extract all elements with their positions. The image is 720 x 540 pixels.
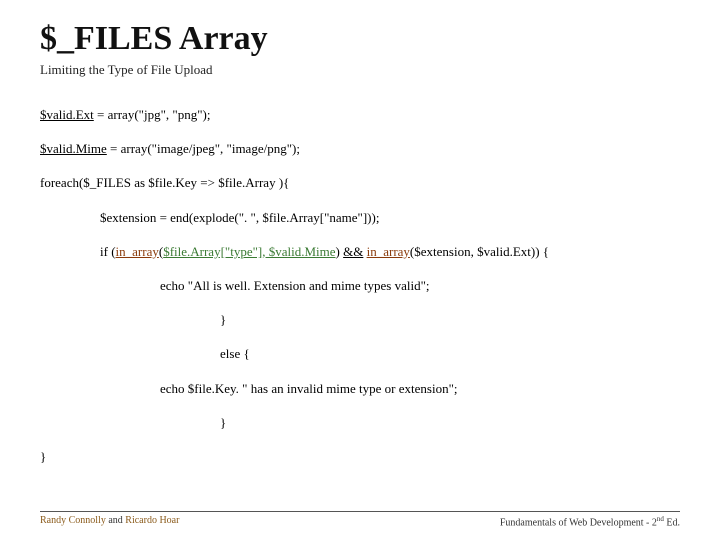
code-line-6: echo "All is well. Extension and mime ty… xyxy=(40,277,680,295)
edition-text: Ed. xyxy=(664,517,680,528)
code-line-9: echo $file.Key. " has an invalid mime ty… xyxy=(40,380,680,398)
edition-sup: nd xyxy=(657,515,664,523)
code-line-7: } xyxy=(40,311,680,329)
footer-text: and xyxy=(106,515,125,526)
arg-file-array-type: $file.Array["type"], $valid.Mime xyxy=(163,244,335,259)
var-valid-mime: $valid.Mime xyxy=(40,141,107,156)
code-line-1: $valid.Ext = array("jpg", "png"); xyxy=(40,106,680,124)
code-line-11: } xyxy=(40,448,680,466)
code-text: ($extension, $valid.Ext)) { xyxy=(410,244,549,259)
footer-authors: Randy Connolly and Ricardo Hoar xyxy=(40,515,179,528)
code-text: if ( xyxy=(40,244,116,259)
slide-subtitle: Limiting the Type of File Upload xyxy=(40,62,680,78)
slide-footer: Randy Connolly and Ricardo Hoar Fundamen… xyxy=(40,511,680,528)
code-text: = array("image/jpeg", "image/png"); xyxy=(107,141,300,156)
code-text: ) xyxy=(336,244,344,259)
slide-title: $_FILES Array xyxy=(40,20,680,58)
code-text: = array("jpg", "png"); xyxy=(94,107,211,122)
var-valid-ext: $valid.Ext xyxy=(40,107,94,122)
fn-in-array: in_array xyxy=(116,244,159,259)
op-and: && xyxy=(343,244,363,259)
footer-book: Fundamentals of Web Development - 2nd Ed… xyxy=(500,515,680,528)
code-line-8: else { xyxy=(40,345,680,363)
author-2: Ricardo Hoar xyxy=(125,515,179,526)
code-line-3: foreach($_FILES as $file.Key => $file.Ar… xyxy=(40,174,680,192)
book-title: Fundamentals of Web Development - 2 xyxy=(500,517,657,528)
code-line-5: if (in_array($file.Array["type"], $valid… xyxy=(40,243,680,261)
author-1: Randy Connolly xyxy=(40,515,106,526)
code-line-4: $extension = end(explode(". ", $file.Arr… xyxy=(40,209,680,227)
fn-in-array-2: in_array xyxy=(367,244,410,259)
code-line-10: } xyxy=(40,414,680,432)
code-line-2: $valid.Mime = array("image/jpeg", "image… xyxy=(40,140,680,158)
